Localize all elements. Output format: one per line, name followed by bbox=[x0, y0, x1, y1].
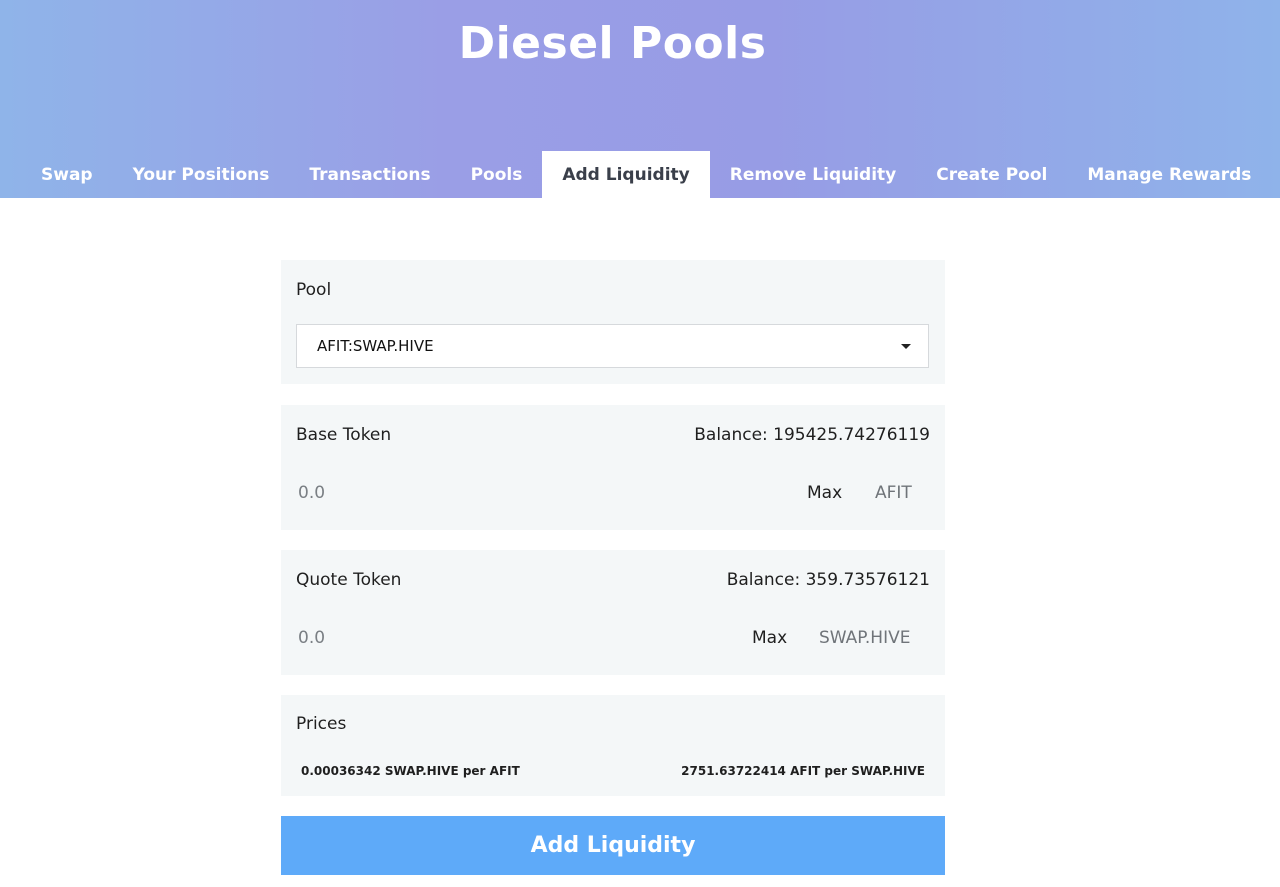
tab-add-liquidity[interactable]: Add Liquidity bbox=[542, 151, 710, 198]
base-max-button[interactable]: Max bbox=[807, 483, 842, 503]
add-liquidity-button[interactable]: Add Liquidity bbox=[281, 816, 945, 875]
tab-remove-liquidity[interactable]: Remove Liquidity bbox=[710, 151, 917, 198]
quote-amount-input[interactable] bbox=[298, 624, 598, 652]
prices-panel: Prices 0.00036342 SWAP.HIVE per AFIT 275… bbox=[281, 695, 945, 796]
header-banner: Diesel Pools Swap Your Positions Transac… bbox=[0, 0, 1280, 198]
tab-swap[interactable]: Swap bbox=[21, 151, 113, 198]
price-base-per-quote: 0.00036342 SWAP.HIVE per AFIT bbox=[301, 764, 520, 778]
pool-select[interactable]: AFIT:SWAP.HIVE bbox=[296, 324, 929, 368]
pool-label: Pool bbox=[296, 280, 332, 300]
base-token-symbol: AFIT bbox=[875, 483, 912, 503]
quote-token-label: Quote Token bbox=[296, 570, 402, 590]
base-token-balance: Balance: 195425.74276119 bbox=[694, 425, 930, 445]
tab-manage-rewards[interactable]: Manage Rewards bbox=[1067, 151, 1271, 198]
nav-tabs: Swap Your Positions Transactions Pools A… bbox=[21, 151, 1271, 198]
tab-your-positions[interactable]: Your Positions bbox=[113, 151, 290, 198]
tab-create-pool[interactable]: Create Pool bbox=[916, 151, 1067, 198]
quote-max-button[interactable]: Max bbox=[752, 628, 787, 648]
tab-transactions[interactable]: Transactions bbox=[289, 151, 450, 198]
quote-token-balance: Balance: 359.73576121 bbox=[726, 570, 930, 590]
base-amount-input[interactable] bbox=[298, 479, 598, 507]
base-token-panel: Base Token Balance: 195425.74276119 Max … bbox=[281, 405, 945, 530]
site-title: Diesel Pools bbox=[458, 18, 767, 69]
price-quote-per-base: 2751.63722414 AFIT per SWAP.HIVE bbox=[681, 764, 925, 778]
quote-token-panel: Quote Token Balance: 359.73576121 Max SW… bbox=[281, 550, 945, 675]
pool-select-value: AFIT:SWAP.HIVE bbox=[317, 337, 434, 355]
tab-pools[interactable]: Pools bbox=[451, 151, 543, 198]
chevron-down-icon bbox=[901, 344, 911, 349]
quote-token-symbol: SWAP.HIVE bbox=[819, 628, 911, 648]
base-token-label: Base Token bbox=[296, 425, 392, 445]
prices-label: Prices bbox=[296, 714, 347, 734]
pool-panel: Pool AFIT:SWAP.HIVE bbox=[281, 260, 945, 384]
